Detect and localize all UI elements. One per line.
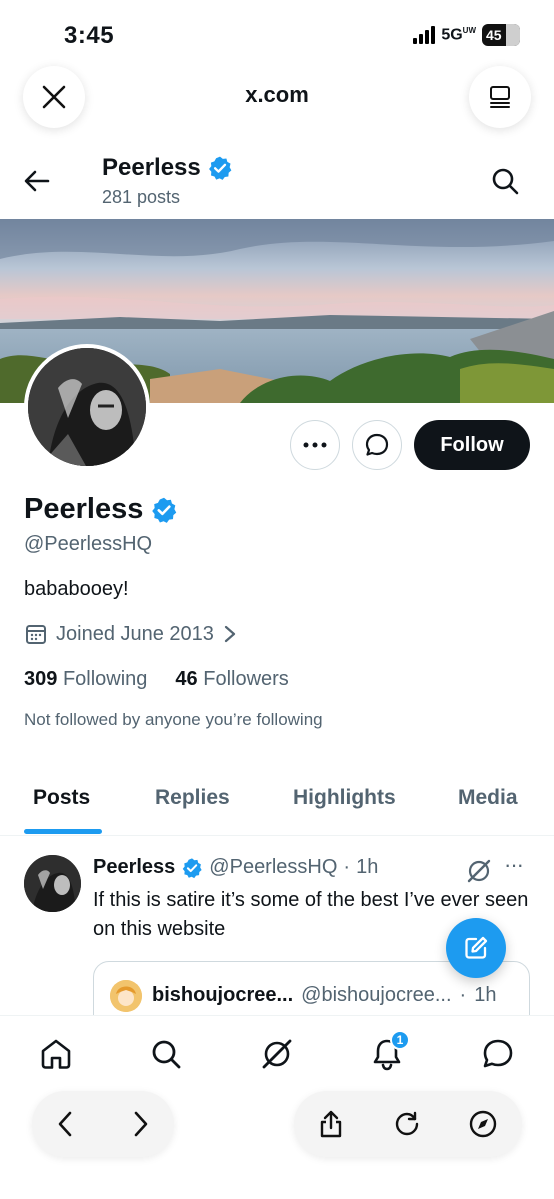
- safari-button[interactable]: [468, 1109, 498, 1139]
- notifications-badge: 1: [390, 1030, 410, 1050]
- joined-label: Joined June 2013: [56, 622, 214, 645]
- message-icon: [365, 433, 389, 456]
- quote-author-name: bishoujocree...: [152, 984, 294, 1006]
- joined-date[interactable]: Joined June 2013: [24, 622, 238, 646]
- forward-icon: [134, 1111, 148, 1137]
- tweet-avatar[interactable]: [24, 855, 81, 912]
- profile-tabs: Posts Replies Highlights Media: [0, 770, 554, 836]
- search-icon: [152, 1040, 181, 1069]
- back-button[interactable]: [22, 166, 52, 201]
- signal-icon: [413, 26, 436, 44]
- quote-author-handle: @bishoujocree...: [301, 984, 452, 1006]
- messages-icon: [483, 1039, 513, 1068]
- grok-button[interactable]: [466, 858, 492, 889]
- verified-badge-icon: [208, 156, 232, 180]
- nav-grok[interactable]: [259, 1036, 295, 1072]
- status-indicators: 5GUW 45: [413, 24, 520, 46]
- more-icon: [303, 442, 327, 448]
- tweet-separator: ·: [343, 856, 351, 878]
- tab-posts[interactable]: Posts: [33, 786, 90, 810]
- profile-handle: @PeerlessHQ: [24, 533, 153, 555]
- page-actions-pill: [294, 1091, 522, 1157]
- tab-media[interactable]: Media: [458, 786, 518, 810]
- quote-time: 1h: [474, 984, 497, 1006]
- quote-separator: ·: [459, 984, 467, 1006]
- quote-avatar: [110, 980, 142, 1012]
- browser-forward-button[interactable]: [126, 1109, 156, 1139]
- chevron-right-icon: [224, 625, 236, 643]
- follow-counts: 309 Following 46 Followers: [24, 668, 289, 691]
- back-icon: [58, 1111, 72, 1137]
- grok-icon: [262, 1039, 292, 1069]
- search-button[interactable]: [490, 166, 520, 201]
- header-title: Peerless: [102, 154, 233, 182]
- tweet-avatar-image: [24, 855, 81, 912]
- compose-icon: [465, 936, 488, 959]
- reader-icon: [490, 86, 510, 108]
- browser-toolbar: [0, 1091, 554, 1199]
- followers-link[interactable]: 46 Followers: [175, 668, 288, 691]
- verified-badge-icon: [183, 857, 202, 878]
- more-button[interactable]: [290, 420, 340, 470]
- message-button[interactable]: [352, 420, 402, 470]
- tweet-author-name[interactable]: Peerless: [93, 856, 175, 879]
- bottom-navigation: [0, 1015, 554, 1091]
- tweet-more-button[interactable]: ···: [504, 852, 524, 878]
- quote-header: bishoujocree... @bishoujocree... · 1h: [152, 984, 496, 1007]
- tab-replies[interactable]: Replies: [155, 786, 230, 810]
- profile-avatar[interactable]: [24, 344, 150, 470]
- header-name: Peerless: [102, 154, 201, 181]
- nav-home[interactable]: [38, 1036, 74, 1072]
- calendar-icon: [26, 625, 46, 644]
- home-icon: [41, 1039, 71, 1069]
- nav-search[interactable]: [148, 1036, 184, 1072]
- network-label: 5GUW: [441, 25, 476, 44]
- profile-name: Peerless: [24, 493, 178, 526]
- compose-button[interactable]: [446, 918, 506, 978]
- active-tab-indicator: [24, 829, 102, 834]
- back-arrow-icon: [24, 170, 50, 192]
- reload-button[interactable]: [392, 1109, 422, 1139]
- avatar-image: [28, 348, 146, 466]
- nav-messages[interactable]: [480, 1036, 516, 1072]
- history-nav-pill: [32, 1091, 174, 1157]
- following-link[interactable]: 309 Following: [24, 668, 147, 691]
- reload-icon: [395, 1111, 419, 1136]
- status-time: 3:45: [64, 22, 115, 49]
- profile-bio: bababooey!: [24, 578, 129, 600]
- battery-icon: 45: [482, 24, 520, 46]
- tab-highlights[interactable]: Highlights: [293, 786, 396, 810]
- profile-display-name: Peerless: [24, 493, 144, 525]
- compass-icon: [469, 1110, 497, 1138]
- browser-back-button[interactable]: [50, 1109, 80, 1139]
- share-button[interactable]: [316, 1109, 346, 1139]
- search-icon: [492, 168, 519, 195]
- follow-button[interactable]: Follow: [414, 420, 530, 470]
- header-post-count: 281 posts: [102, 187, 181, 207]
- tweet-author-handle[interactable]: @PeerlessHQ: [209, 856, 337, 879]
- share-icon: [320, 1110, 342, 1138]
- verified-badge-icon[interactable]: [150, 496, 178, 524]
- grok-icon: [467, 859, 491, 883]
- tweet-time[interactable]: 1h: [356, 856, 378, 879]
- mutuals-note: Not followed by anyone you’re following: [24, 710, 323, 729]
- tweet-header: Peerless @PeerlessHQ · 1h: [93, 856, 378, 879]
- reader-button[interactable]: [469, 66, 531, 128]
